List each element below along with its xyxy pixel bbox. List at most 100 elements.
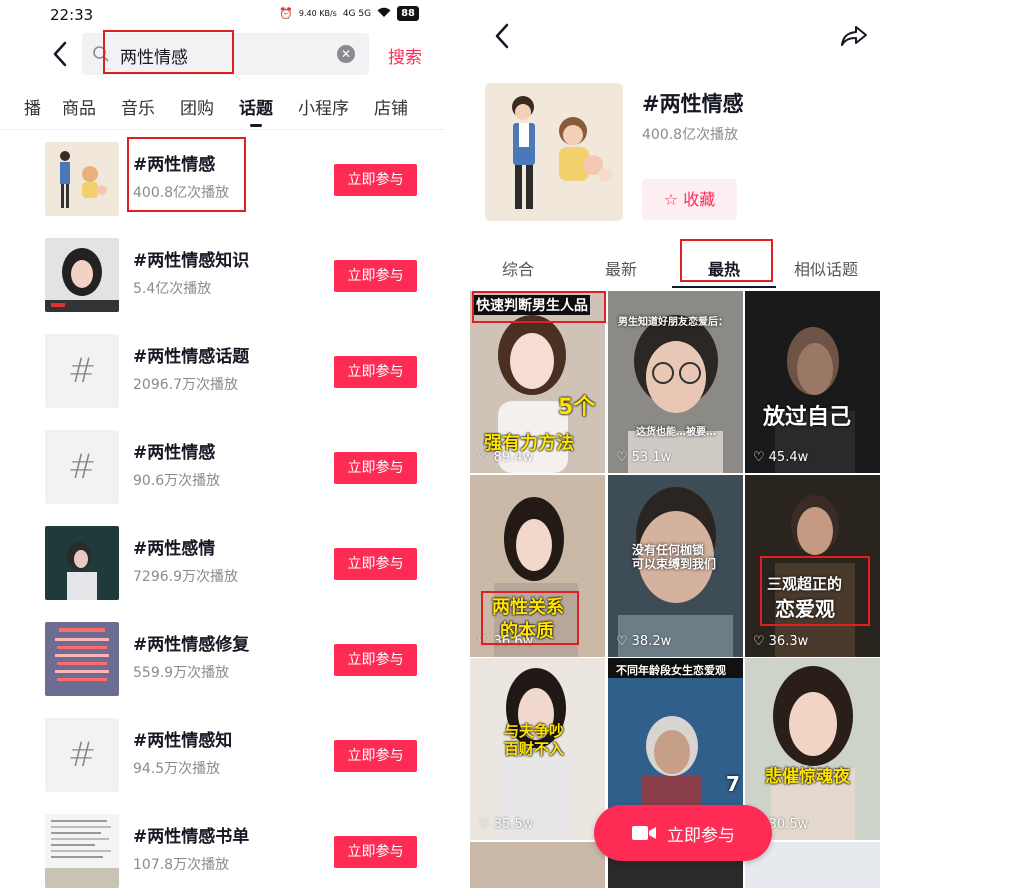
- highlight-box-search: [103, 30, 234, 74]
- tab-mini-programs[interactable]: 小程序: [298, 94, 349, 119]
- topic-result-item[interactable]: # #两性情感话题 2096.7万次播放 立即参与: [0, 324, 445, 420]
- like-count-value: 35.5w: [493, 817, 534, 832]
- topic-views: 7296.9万次播放: [133, 569, 238, 585]
- active-tab-indicator: [672, 286, 776, 288]
- topic-detail-screen: #两性情感 400.8亿次播放 ☆ 收藏 综合 最新 最热 相似话题 快速判断男…: [470, 0, 881, 888]
- topic-title: #两性情感书单: [133, 827, 250, 847]
- tab-similar-topics[interactable]: 相似话题: [794, 256, 858, 280]
- active-tab-indicator: [250, 124, 262, 127]
- wifi-icon: [377, 7, 391, 21]
- like-count-value: 53.1w: [631, 450, 672, 465]
- join-button[interactable]: 立即参与: [334, 260, 417, 292]
- topic-views: 94.5万次播放: [133, 761, 221, 777]
- video-card[interactable]: 悲催惊魂夜 ♡30.5w: [745, 658, 880, 840]
- topic-result-item[interactable]: #两性感情 7296.9万次播放 立即参与: [0, 516, 445, 612]
- video-card[interactable]: 放过自己 ♡ 45.4w: [745, 291, 880, 473]
- highlight-box-video-caption: [472, 291, 606, 323]
- topic-views: 2096.7万次播放: [133, 377, 238, 393]
- video-caption: 男生知道好朋友恋爱后：: [618, 317, 728, 328]
- like-count-value: 89.4w: [493, 450, 534, 465]
- status-bar: 22:33 ⏰ 9.40 KB/s 4G 5G 88: [0, 0, 445, 30]
- like-count-value: 38.2w: [631, 634, 672, 649]
- topic-title: #两性情感: [133, 443, 216, 463]
- hashtag-placeholder-icon: #: [45, 430, 119, 504]
- tab-goods[interactable]: 商品: [62, 94, 96, 119]
- video-card[interactable]: 男生知道好朋友恋爱后： 这货也能…被要… ♡ 53.1w: [608, 291, 743, 473]
- topic-result-item[interactable]: # #两性情感知 94.5万次播放 立即参与: [0, 708, 445, 804]
- heart-icon: ♡: [616, 634, 628, 649]
- topic-title: #两性情感话题: [133, 347, 250, 367]
- topic-result-item[interactable]: #两性情感修复 559.9万次播放 立即参与: [0, 612, 445, 708]
- video-caption: 悲催惊魂夜: [765, 767, 850, 787]
- hashtag-placeholder-icon: #: [45, 718, 119, 792]
- favorite-label: 收藏: [683, 190, 716, 209]
- join-button[interactable]: 立即参与: [334, 548, 417, 580]
- video-caption-bottom: 百财不入: [504, 740, 565, 758]
- like-count: ♡ 45.4w: [753, 450, 808, 465]
- favorite-button[interactable]: ☆ 收藏: [642, 179, 737, 220]
- back-arrow-icon[interactable]: [50, 40, 70, 68]
- like-count-value: 45.4w: [768, 450, 809, 465]
- tab-live[interactable]: 播: [24, 94, 41, 119]
- like-count: ♡ 89.4w: [478, 450, 533, 465]
- join-button[interactable]: 立即参与: [334, 644, 417, 676]
- video-card[interactable]: 没有任何枷锁 可以束缚到我们 ♡ 38.2w: [608, 475, 743, 657]
- join-button[interactable]: 立即参与: [334, 740, 417, 772]
- hashtag-placeholder-icon: #: [45, 334, 119, 408]
- topic-views: 5.4亿次播放: [133, 281, 212, 297]
- video-camera-icon: [632, 826, 656, 840]
- back-arrow-icon[interactable]: [492, 22, 512, 50]
- video-card[interactable]: [470, 842, 605, 888]
- search-results-screen: 22:33 ⏰ 9.40 KB/s 4G 5G 88 两性情感 ✕ 搜索 播 商…: [0, 0, 445, 888]
- search-button[interactable]: 搜索: [388, 43, 422, 68]
- topic-thumbnail: [45, 238, 119, 312]
- heart-icon: ♡: [478, 817, 490, 832]
- topic-title: #两性感情: [133, 539, 216, 559]
- video-caption-number: 5个: [558, 395, 596, 420]
- highlight-box-video-caption: [760, 556, 870, 626]
- tab-latest[interactable]: 最新: [605, 256, 637, 280]
- net-speed: 9.40 KB/s: [298, 9, 337, 18]
- topic-thumbnail: [45, 142, 119, 216]
- tab-music[interactable]: 音乐: [121, 94, 155, 119]
- video-caption: 放过自己: [763, 405, 852, 430]
- like-count: ♡ 35.5w: [478, 817, 533, 832]
- star-icon: ☆: [663, 190, 679, 209]
- topic-title: #两性情感知识: [133, 251, 250, 271]
- search-category-tabs: 播 商品 音乐 团购 话题 小程序 店铺: [0, 84, 445, 130]
- topic-result-item[interactable]: # #两性情感 90.6万次播放 立即参与: [0, 420, 445, 516]
- join-topic-label: 立即参与: [667, 825, 735, 846]
- heart-icon: ♡: [478, 450, 490, 465]
- signal-icon: 4G 5G: [342, 8, 372, 19]
- like-count-value: 30.5w: [768, 817, 809, 832]
- join-button[interactable]: 立即参与: [334, 164, 417, 196]
- join-button[interactable]: 立即参与: [334, 356, 417, 388]
- topic-result-item[interactable]: #两性情感书单 107.8万次播放 立即参与: [0, 804, 445, 888]
- clear-icon[interactable]: ✕: [337, 45, 355, 63]
- like-count: ♡ 36.3w: [753, 634, 808, 649]
- join-button[interactable]: 立即参与: [334, 836, 417, 868]
- topic-views: 90.6万次播放: [133, 473, 221, 489]
- topic-thumbnail: [45, 622, 119, 696]
- share-icon[interactable]: [840, 24, 868, 48]
- highlight-box-hottest-tab: [680, 239, 773, 282]
- topic-result-item[interactable]: #两性情感知识 5.4亿次播放 立即参与: [0, 228, 445, 324]
- heart-icon: ♡: [753, 634, 765, 649]
- tab-overall[interactable]: 综合: [502, 256, 534, 280]
- highlight-box-video-caption: [481, 591, 579, 645]
- topic-views: 107.8万次播放: [133, 857, 230, 873]
- tab-topics[interactable]: 话题: [239, 94, 273, 119]
- heart-icon: ♡: [616, 450, 628, 465]
- video-caption: 不同年龄段女生恋爱观: [616, 664, 726, 677]
- like-count: ♡ 53.1w: [616, 450, 671, 465]
- like-count: ♡ 38.2w: [616, 634, 671, 649]
- like-count-value: 36.3w: [768, 634, 809, 649]
- tab-stores[interactable]: 店铺: [374, 94, 408, 119]
- video-caption-number: 7: [726, 772, 740, 796]
- video-caption-bottom: 可以束缚到我们: [632, 557, 717, 571]
- join-button[interactable]: 立即参与: [334, 452, 417, 484]
- tab-group-buy[interactable]: 团购: [180, 94, 214, 119]
- join-topic-button[interactable]: 立即参与: [594, 805, 772, 861]
- video-card[interactable]: 与夫争吵 百财不入 ♡ 35.5w: [470, 658, 605, 840]
- video-caption-bottom: 这货也能…被要…: [636, 427, 716, 438]
